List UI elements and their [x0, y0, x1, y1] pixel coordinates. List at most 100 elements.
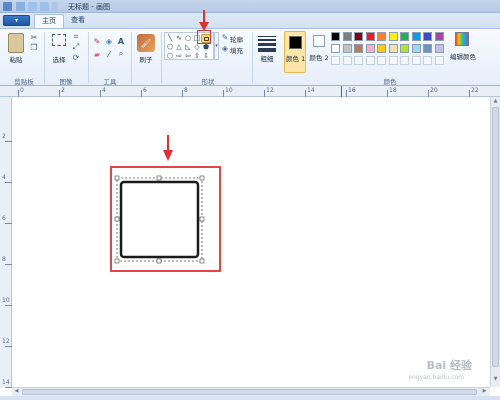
palette-swatch[interactable]	[377, 32, 386, 41]
hexagon-icon[interactable]: ⬡	[166, 52, 174, 60]
palette-swatch[interactable]	[331, 44, 340, 53]
right-triangle-icon[interactable]: ◺	[184, 43, 192, 51]
arrow-right-icon[interactable]: ⇨	[175, 52, 183, 60]
scroll-right-icon[interactable]: ▶	[481, 388, 488, 395]
size-button-label[interactable]: 粗细	[258, 53, 276, 63]
palette-swatch[interactable]	[342, 32, 352, 41]
group-divider	[161, 32, 162, 83]
ruler-tick-label: 2	[2, 133, 6, 140]
palette-swatch[interactable]	[365, 32, 375, 41]
select-icon[interactable]	[52, 34, 66, 46]
palette-swatch[interactable]	[411, 32, 421, 41]
tab-view[interactable]: 查看	[64, 14, 92, 28]
colors-group-label: 颜色	[383, 78, 397, 86]
tab-home[interactable]: 主页	[34, 14, 64, 28]
customize-toolbar-icon[interactable]	[52, 2, 58, 11]
palette-swatch[interactable]	[434, 44, 444, 53]
palette-swatch[interactable]	[400, 32, 409, 41]
palette-swatch[interactable]	[388, 32, 398, 41]
scroll-thumb[interactable]	[22, 389, 477, 395]
fill-dropdown-label[interactable]: 填充	[230, 45, 243, 55]
crop-icon[interactable]: ⌗	[72, 32, 80, 41]
text-icon[interactable]: A	[117, 37, 125, 46]
curve-icon[interactable]: ∿	[175, 34, 183, 42]
paste-button-label[interactable]: 粘贴	[6, 54, 26, 64]
diamond-icon[interactable]: ◇	[193, 43, 201, 51]
fill-icon[interactable]: ◈	[221, 44, 229, 53]
palette-swatch[interactable]	[354, 44, 363, 53]
outline-icon[interactable]: ✎	[221, 33, 229, 42]
vertical-scrollbar[interactable]: ▲ ▼	[490, 97, 500, 387]
custom-color-slot[interactable]	[400, 56, 409, 65]
ruler-tick-label: 14	[2, 379, 10, 386]
palette-swatch[interactable]	[354, 32, 363, 41]
arrow-up-icon[interactable]: ⇧	[193, 52, 201, 60]
save-icon[interactable]	[16, 2, 25, 11]
custom-color-slot[interactable]	[331, 56, 340, 65]
custom-color-slot[interactable]	[377, 56, 386, 65]
custom-color-slot[interactable]	[342, 56, 352, 65]
ruler-tick-mark	[428, 90, 429, 97]
custom-color-slot[interactable]	[411, 56, 421, 65]
palette-swatch[interactable]	[331, 32, 340, 41]
palette-swatch[interactable]	[342, 44, 352, 53]
size-icon[interactable]	[258, 34, 276, 52]
custom-color-slot[interactable]	[354, 56, 363, 65]
oval-icon[interactable]: ○	[184, 34, 192, 42]
scroll-left-icon[interactable]: ◀	[13, 388, 20, 395]
drawing-canvas[interactable]: Bai 经验 jingyan.baidu.com	[12, 97, 490, 387]
ruler-tick-mark	[5, 387, 12, 388]
ruler-tick-mark	[182, 90, 183, 97]
scroll-thumb[interactable]	[492, 107, 499, 367]
polygon-icon[interactable]: ⬠	[166, 43, 174, 51]
color2-button[interactable]: 颜色 2	[309, 31, 329, 73]
paint-menu-button[interactable]: ▾	[3, 15, 30, 26]
palette-swatch[interactable]	[377, 44, 386, 53]
custom-color-slot[interactable]	[423, 56, 432, 65]
custom-color-slot[interactable]	[365, 56, 375, 65]
rotate-icon[interactable]: ⟳	[72, 53, 80, 62]
edit-colors-icon[interactable]	[455, 32, 469, 46]
color2-label: 颜色 2	[309, 54, 329, 62]
color-picker-icon[interactable]: ⁄	[105, 50, 113, 59]
arrow-down-icon[interactable]: ⇩	[202, 52, 210, 60]
custom-color-slot[interactable]	[388, 56, 398, 65]
paste-icon[interactable]	[8, 33, 24, 53]
magnifier-icon[interactable]: ⌕	[117, 49, 125, 58]
color1-swatch	[289, 36, 302, 49]
palette-swatch[interactable]	[423, 44, 432, 53]
palette-swatch[interactable]	[400, 44, 409, 53]
drawn-rounded-rectangle[interactable]	[119, 180, 200, 259]
ruler-tick-label: 14	[307, 87, 315, 94]
line-icon[interactable]: ╲	[166, 34, 174, 42]
brushes-icon[interactable]: 🖌	[137, 34, 155, 52]
resize-icon[interactable]: ⤢	[72, 42, 80, 51]
pencil-icon[interactable]: ✎	[93, 37, 101, 46]
fill-bucket-icon[interactable]: ◈	[105, 37, 113, 46]
undo-icon[interactable]	[28, 2, 37, 11]
pentagon-icon[interactable]: ⬟	[202, 43, 210, 51]
arrow-left-icon[interactable]: ⇦	[184, 52, 192, 60]
palette-swatch[interactable]	[423, 32, 432, 41]
scroll-up-icon[interactable]: ▲	[492, 98, 499, 105]
palette-swatch[interactable]	[434, 32, 444, 41]
triangle-icon[interactable]: △	[175, 43, 183, 51]
select-button-label[interactable]: 选择	[50, 54, 68, 64]
cut-icon[interactable]: ✂	[30, 33, 38, 42]
palette-swatch[interactable]	[411, 44, 421, 53]
custom-color-slot[interactable]	[434, 56, 444, 65]
palette-swatch[interactable]	[388, 44, 398, 53]
edit-colors-label[interactable]: 编辑颜色	[446, 51, 480, 61]
outline-dropdown-label[interactable]: 轮廓	[230, 34, 243, 44]
brushes-button-label[interactable]: 刷子	[134, 54, 158, 64]
shapes-gallery-scroll-icon[interactable]: ▾	[214, 32, 219, 60]
eraser-icon[interactable]: ▰	[93, 50, 101, 59]
horizontal-scrollbar[interactable]: ◀ ▶	[12, 387, 490, 396]
palette-swatch[interactable]	[365, 44, 375, 53]
color1-button[interactable]: 颜色 1	[284, 31, 306, 73]
ruler-tick-mark	[5, 305, 12, 306]
scroll-down-icon[interactable]: ▼	[492, 376, 499, 383]
copy-icon[interactable]: ❐	[30, 43, 38, 52]
color1-label: 颜色 1	[286, 55, 306, 63]
redo-icon[interactable]	[40, 2, 49, 11]
